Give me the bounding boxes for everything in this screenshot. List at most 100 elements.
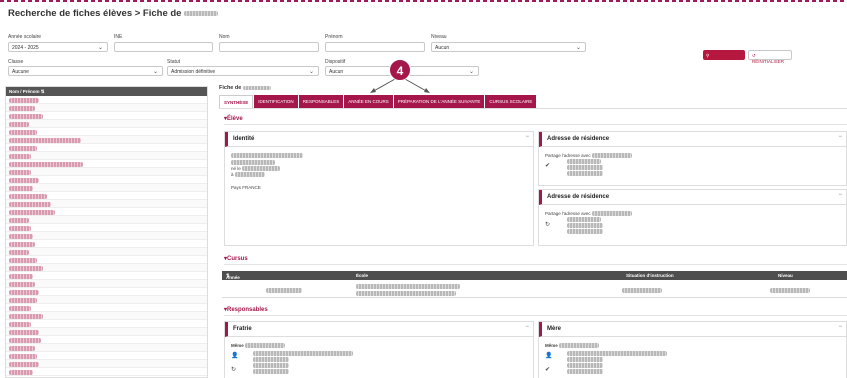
classe-select[interactable]: Aucune ⌄ (8, 66, 163, 76)
section-eleve[interactable]: ▾Élève (224, 115, 243, 122)
list-item[interactable] (6, 328, 207, 336)
student-name-redacted (9, 145, 37, 151)
col-annee-scolaire[interactable]: Année scolaire ⇅ (226, 273, 243, 285)
collapse-icon[interactable]: − (838, 134, 842, 140)
list-item[interactable] (6, 288, 207, 296)
collapse-icon[interactable]: − (525, 134, 529, 140)
identite-line (231, 153, 303, 159)
list-item[interactable] (6, 176, 207, 184)
adresse-line (567, 165, 603, 171)
list-item[interactable] (6, 360, 207, 368)
adresse-line (567, 171, 603, 177)
tab-annee-en-cours[interactable]: ANNÉE EN COURS (344, 95, 393, 108)
student-name-redacted (9, 345, 35, 351)
identite-card: Identité − né le à Pays FRANCE (224, 131, 534, 246)
identite-card-header: Identité − (225, 132, 533, 147)
list-item[interactable] (6, 200, 207, 208)
niveau-select[interactable]: Aucun ⌄ (431, 42, 586, 52)
niveau-label: Niveau (431, 34, 447, 40)
statut-select[interactable]: Admission définitive ⌄ (167, 66, 319, 76)
student-name-redacted (9, 169, 31, 175)
list-item[interactable] (6, 184, 207, 192)
search-button[interactable]: ⚲ RECHERCHER (703, 50, 745, 64)
list-item[interactable] (6, 112, 207, 120)
tab-synthese[interactable]: SYNTHÈSE (219, 95, 254, 108)
fratrie-line (253, 369, 289, 375)
student-name-redacted (9, 257, 37, 263)
student-name-redacted (9, 273, 33, 279)
list-item[interactable] (6, 224, 207, 232)
list-item[interactable] (6, 104, 207, 112)
reset-button[interactable]: ↺ RÉINITIALISER (748, 50, 792, 64)
list-item[interactable] (6, 272, 207, 280)
chevron-down-icon: ⌄ (152, 69, 158, 75)
list-item[interactable] (6, 240, 207, 248)
identite-line (231, 160, 275, 166)
list-item[interactable] (6, 264, 207, 272)
fratrie-line (253, 357, 289, 363)
collapse-icon[interactable]: − (838, 192, 842, 198)
student-name-redacted (9, 177, 39, 183)
nom-label: Nom (219, 34, 230, 40)
list-item[interactable] (6, 280, 207, 288)
section-cursus[interactable]: ▾Cursus (224, 255, 248, 262)
list-item[interactable] (6, 160, 207, 168)
section-responsables[interactable]: ▾Responsables (224, 306, 268, 313)
dispositif-label: Dispositif (325, 59, 346, 65)
list-item[interactable] (6, 152, 207, 160)
adresse-card-1: Adresse de résidence − Partage l'adresse … (538, 131, 847, 186)
adresse-card-2: Adresse de résidence − Partage l'adresse … (538, 189, 847, 246)
student-name-redacted (9, 233, 33, 239)
list-item[interactable] (6, 144, 207, 152)
divider (224, 124, 847, 125)
prenom-input[interactable] (325, 42, 425, 52)
divider (224, 264, 847, 265)
top-dashed-border (0, 0, 847, 2)
tab-identification[interactable]: IDENTIFICATION (254, 95, 298, 108)
list-item[interactable] (6, 320, 207, 328)
student-name-redacted (9, 289, 39, 295)
list-item[interactable] (6, 304, 207, 312)
list-item[interactable] (6, 336, 207, 344)
tab-preparation-annee-suivante[interactable]: PRÉPARATION DE L'ANNÉE SUIVANTE (393, 95, 485, 108)
adresse-line (567, 229, 603, 235)
adresse-card-header: Adresse de résidence − (539, 190, 846, 205)
list-item[interactable] (6, 344, 207, 352)
list-item[interactable] (6, 256, 207, 264)
collapse-icon[interactable]: − (838, 324, 842, 330)
mere-line (567, 363, 603, 369)
list-item[interactable] (6, 368, 207, 376)
collapse-icon[interactable]: − (525, 324, 529, 330)
adresse-line (567, 217, 601, 223)
adresse-line (567, 159, 601, 165)
tabs-divider (219, 108, 847, 109)
nom-input[interactable] (219, 42, 319, 52)
list-item[interactable] (6, 168, 207, 176)
adresse-card-header: Adresse de résidence − (539, 132, 846, 147)
list-item[interactable] (6, 96, 207, 104)
student-name-redacted (9, 97, 39, 103)
student-name-redacted (9, 161, 83, 167)
tab-cursus-scolaire[interactable]: CURSUS SCOLAIRE (485, 95, 537, 108)
list-item[interactable] (6, 136, 207, 144)
list-item[interactable] (6, 312, 207, 320)
sync-icon: ↻ (545, 222, 551, 228)
adresse-partage: Partage l'adresse avec (545, 153, 632, 159)
user-icon: 👤 (231, 353, 239, 359)
annee-scolaire-select[interactable]: 2024 - 2025 ⌄ (8, 42, 108, 52)
list-header[interactable]: Nom / Prénom ⇅ (6, 87, 207, 96)
list-item[interactable] (6, 352, 207, 360)
list-item[interactable] (6, 128, 207, 136)
student-name-redacted (9, 337, 41, 343)
list-item[interactable] (6, 120, 207, 128)
list-item[interactable] (6, 216, 207, 224)
ine-input[interactable] (114, 42, 213, 52)
list-item[interactable] (6, 192, 207, 200)
list-item[interactable] (6, 296, 207, 304)
list-item[interactable] (6, 208, 207, 216)
list-item[interactable] (6, 248, 207, 256)
student-name-redacted (9, 361, 39, 367)
list-item[interactable] (6, 232, 207, 240)
tab-responsables[interactable]: RESPONSABLES (298, 95, 344, 108)
chevron-down-icon: ⌄ (97, 45, 103, 51)
